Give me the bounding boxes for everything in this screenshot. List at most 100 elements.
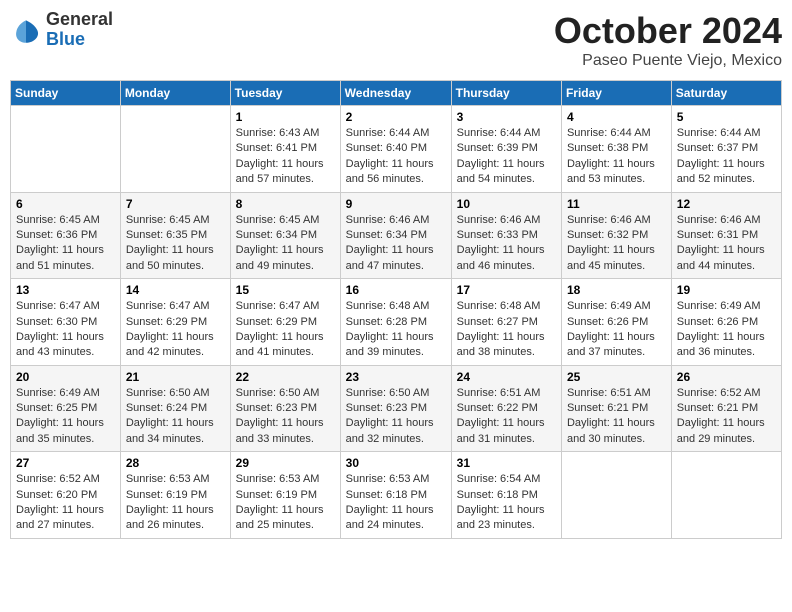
day-info: Sunrise: 6:47 AMSunset: 6:29 PMDaylight:… (236, 299, 335, 361)
day-info: Sunrise: 6:52 AMSunset: 6:21 PMDaylight:… (677, 386, 776, 448)
day-number: 20 (16, 370, 115, 384)
day-number: 8 (236, 197, 335, 211)
day-info: Sunrise: 6:48 AMSunset: 6:28 PMDaylight:… (346, 299, 446, 361)
weekday-thursday: Thursday (451, 81, 561, 106)
day-number: 9 (346, 197, 446, 211)
weekday-saturday: Saturday (671, 81, 781, 106)
day-number: 17 (457, 283, 556, 297)
weekday-friday: Friday (561, 81, 671, 106)
week-row-4: 20 Sunrise: 6:49 AMSunset: 6:25 PMDayligh… (11, 365, 782, 452)
calendar-cell: 14Sunrise: 6:47 AMSunset: 6:29 PMDayligh… (120, 279, 230, 366)
calendar-cell: 27 Sunrise: 6:52 AMSunset: 6:20 PMDayligh… (11, 452, 121, 539)
calendar-cell: 23Sunrise: 6:50 AMSunset: 6:23 PMDayligh… (340, 365, 451, 452)
day-number: 19 (677, 283, 776, 297)
calendar-cell: 7Sunrise: 6:45 AMSunset: 6:35 PMDaylight… (120, 192, 230, 279)
day-number: 22 (236, 370, 335, 384)
day-number: 16 (346, 283, 446, 297)
day-number: 13 (16, 283, 115, 297)
title-section: October 2024 Paseo Puente Viejo, Mexico (554, 10, 782, 70)
calendar-cell: 13Sunrise: 6:47 AMSunset: 6:30 PMDayligh… (11, 279, 121, 366)
calendar-cell: 26 Sunrise: 6:52 AMSunset: 6:21 PMDayligh… (671, 365, 781, 452)
day-info: Sunrise: 6:51 AMSunset: 6:21 PMDaylight:… (567, 386, 666, 448)
day-number: 10 (457, 197, 556, 211)
week-row-3: 13Sunrise: 6:47 AMSunset: 6:30 PMDayligh… (11, 279, 782, 366)
day-info: Sunrise: 6:44 AMSunset: 6:40 PMDaylight:… (346, 126, 446, 188)
logo: General Blue (10, 10, 113, 50)
calendar-cell (120, 106, 230, 193)
day-info: Sunrise: 6:45 AMSunset: 6:34 PMDaylight:… (236, 213, 335, 275)
day-info: Sunrise: 6:45 AMSunset: 6:36 PMDaylight:… (16, 213, 115, 275)
day-number: 11 (567, 197, 666, 211)
calendar-cell: 18 Sunrise: 6:49 AMSunset: 6:26 PMDayligh… (561, 279, 671, 366)
page-header: General Blue October 2024 Paseo Puente V… (10, 10, 782, 70)
calendar-body: 1 Sunrise: 6:43 AMSunset: 6:41 PMDaylight… (11, 106, 782, 539)
logo-text: General Blue (46, 10, 113, 50)
calendar-cell: 16 Sunrise: 6:48 AMSunset: 6:28 PMDayligh… (340, 279, 451, 366)
day-number: 25 (567, 370, 666, 384)
calendar-cell: 21 Sunrise: 6:50 AMSunset: 6:24 PMDayligh… (120, 365, 230, 452)
calendar-cell: 9Sunrise: 6:46 AMSunset: 6:34 PMDaylight… (340, 192, 451, 279)
day-number: 28 (126, 456, 225, 470)
weekday-monday: Monday (120, 81, 230, 106)
day-info: Sunrise: 6:43 AMSunset: 6:41 PMDaylight:… (236, 126, 335, 188)
calendar-cell: 17 Sunrise: 6:48 AMSunset: 6:27 PMDayligh… (451, 279, 561, 366)
day-info: Sunrise: 6:44 AMSunset: 6:38 PMDaylight:… (567, 126, 666, 188)
day-number: 29 (236, 456, 335, 470)
day-number: 26 (677, 370, 776, 384)
day-info: Sunrise: 6:53 AMSunset: 6:19 PMDaylight:… (236, 472, 335, 534)
calendar-cell: 6 Sunrise: 6:45 AMSunset: 6:36 PMDaylight… (11, 192, 121, 279)
calendar-cell (11, 106, 121, 193)
logo-icon (10, 14, 42, 46)
location: Paseo Puente Viejo, Mexico (554, 52, 782, 70)
day-number: 24 (457, 370, 556, 384)
calendar-cell: 11 Sunrise: 6:46 AMSunset: 6:32 PMDayligh… (561, 192, 671, 279)
day-number: 21 (126, 370, 225, 384)
calendar-cell: 10 Sunrise: 6:46 AMSunset: 6:33 PMDayligh… (451, 192, 561, 279)
calendar-cell: 29 Sunrise: 6:53 AMSunset: 6:19 PMDayligh… (230, 452, 340, 539)
day-number: 30 (346, 456, 446, 470)
calendar-cell: 5Sunrise: 6:44 AMSunset: 6:37 PMDaylight… (671, 106, 781, 193)
calendar-cell (671, 452, 781, 539)
day-info: Sunrise: 6:53 AMSunset: 6:19 PMDaylight:… (126, 472, 225, 534)
day-number: 6 (16, 197, 115, 211)
day-number: 7 (126, 197, 225, 211)
day-info: Sunrise: 6:46 AMSunset: 6:32 PMDaylight:… (567, 213, 666, 275)
day-info: Sunrise: 6:44 AMSunset: 6:39 PMDaylight:… (457, 126, 556, 188)
day-number: 31 (457, 456, 556, 470)
week-row-2: 6 Sunrise: 6:45 AMSunset: 6:36 PMDaylight… (11, 192, 782, 279)
weekday-wednesday: Wednesday (340, 81, 451, 106)
day-number: 18 (567, 283, 666, 297)
day-number: 4 (567, 110, 666, 124)
day-info: Sunrise: 6:46 AMSunset: 6:33 PMDaylight:… (457, 213, 556, 275)
day-info: Sunrise: 6:49 AMSunset: 6:25 PMDaylight:… (16, 386, 115, 448)
day-number: 2 (346, 110, 446, 124)
weekday-sunday: Sunday (11, 81, 121, 106)
day-info: Sunrise: 6:50 AMSunset: 6:24 PMDaylight:… (126, 386, 225, 448)
logo-general: General (46, 9, 113, 29)
day-number: 5 (677, 110, 776, 124)
weekday-tuesday: Tuesday (230, 81, 340, 106)
day-number: 1 (236, 110, 335, 124)
day-info: Sunrise: 6:52 AMSunset: 6:20 PMDaylight:… (16, 472, 115, 534)
day-number: 3 (457, 110, 556, 124)
day-info: Sunrise: 6:54 AMSunset: 6:18 PMDaylight:… (457, 472, 556, 534)
calendar-cell: 3 Sunrise: 6:44 AMSunset: 6:39 PMDaylight… (451, 106, 561, 193)
calendar-cell: 12Sunrise: 6:46 AMSunset: 6:31 PMDayligh… (671, 192, 781, 279)
day-info: Sunrise: 6:49 AMSunset: 6:26 PMDaylight:… (677, 299, 776, 361)
day-number: 23 (346, 370, 446, 384)
calendar-cell: 15Sunrise: 6:47 AMSunset: 6:29 PMDayligh… (230, 279, 340, 366)
calendar-cell: 31 Sunrise: 6:54 AMSunset: 6:18 PMDayligh… (451, 452, 561, 539)
day-number: 14 (126, 283, 225, 297)
calendar-cell: 20 Sunrise: 6:49 AMSunset: 6:25 PMDayligh… (11, 365, 121, 452)
calendar-cell: 19 Sunrise: 6:49 AMSunset: 6:26 PMDayligh… (671, 279, 781, 366)
calendar-cell: 8 Sunrise: 6:45 AMSunset: 6:34 PMDaylight… (230, 192, 340, 279)
day-info: Sunrise: 6:51 AMSunset: 6:22 PMDaylight:… (457, 386, 556, 448)
week-row-5: 27 Sunrise: 6:52 AMSunset: 6:20 PMDayligh… (11, 452, 782, 539)
week-row-1: 1 Sunrise: 6:43 AMSunset: 6:41 PMDaylight… (11, 106, 782, 193)
day-info: Sunrise: 6:48 AMSunset: 6:27 PMDaylight:… (457, 299, 556, 361)
day-number: 27 (16, 456, 115, 470)
calendar-cell: 22Sunrise: 6:50 AMSunset: 6:23 PMDayligh… (230, 365, 340, 452)
calendar-cell: 2 Sunrise: 6:44 AMSunset: 6:40 PMDaylight… (340, 106, 451, 193)
day-info: Sunrise: 6:49 AMSunset: 6:26 PMDaylight:… (567, 299, 666, 361)
month-title: October 2024 (554, 10, 782, 52)
